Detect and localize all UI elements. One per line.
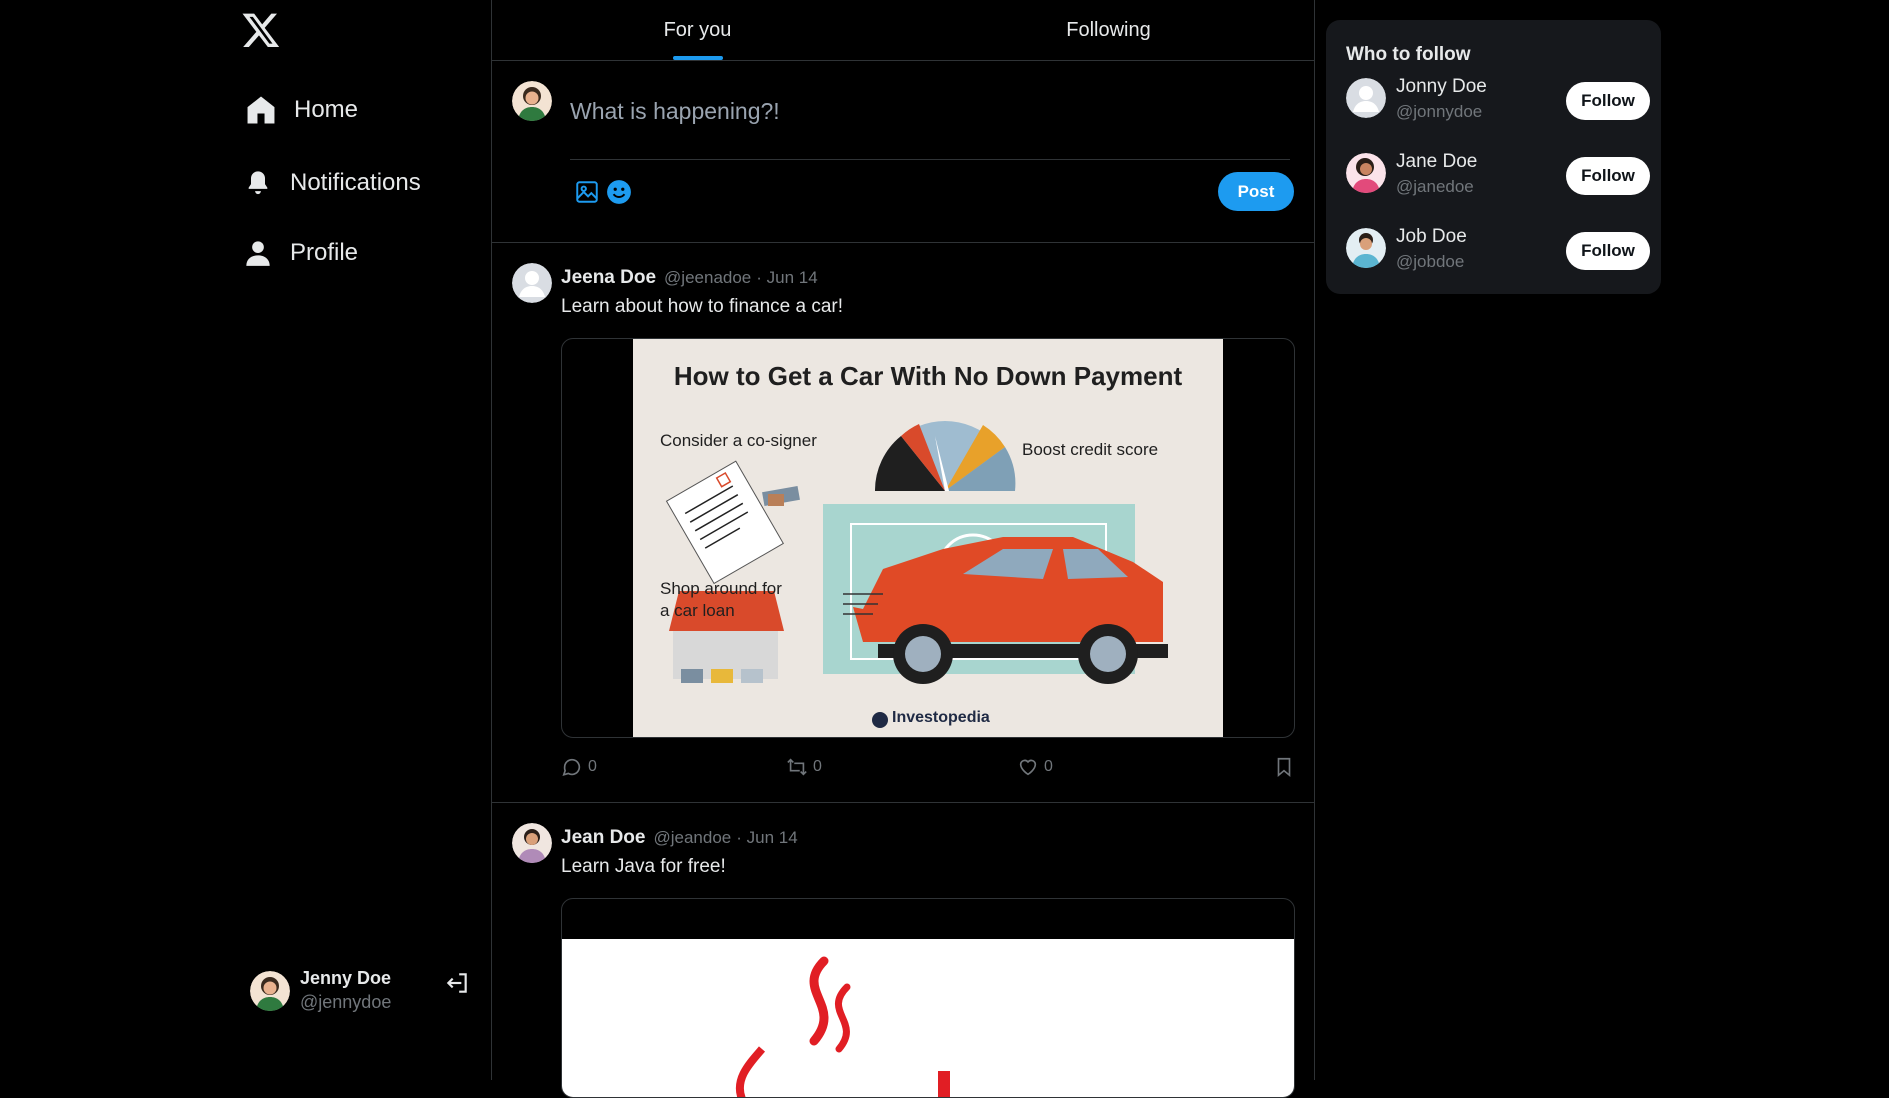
suggestion-avatar: [1346, 228, 1386, 268]
x-logo-icon[interactable]: [241, 10, 281, 50]
feed-tabs: For you Following: [492, 0, 1314, 61]
tweet-actions: 0 0 0: [561, 756, 1295, 782]
tab-for-you[interactable]: For you: [492, 0, 903, 60]
tweet-author-handle[interactable]: @jeandoe: [653, 828, 731, 848]
suggestion-name: Jonny Doe: [1396, 76, 1487, 97]
bell-icon: [248, 171, 268, 195]
main-feed: For you Following Post Jeena Doe @jeenad…: [491, 0, 1315, 1098]
tweet-avatar: [512, 263, 552, 303]
tab-following-label: Following: [1066, 18, 1151, 41]
post-button[interactable]: Post: [1218, 172, 1294, 211]
infographic-image: [633, 339, 1223, 737]
compose-box: Post: [492, 61, 1314, 243]
tweet-author-name[interactable]: Jeena Doe: [561, 267, 656, 289]
tweet-author-name[interactable]: Jean Doe: [561, 827, 645, 849]
infographic-label-cosigner: Consider a co-signer: [660, 431, 817, 450]
current-user-avatar: [250, 970, 290, 1011]
tweet-header: Jeena Doe @jeenadoe · Jun 14: [561, 267, 818, 289]
home-icon: [247, 96, 275, 124]
reply-icon: [562, 758, 581, 777]
compose-avatar: [512, 81, 552, 121]
retweet-count: 0: [813, 758, 822, 775]
retweet-button[interactable]: 0: [786, 756, 822, 778]
nav-profile-label: Profile: [290, 239, 359, 266]
infographic-label-loan: a car loan: [660, 601, 735, 620]
retweet-icon: [787, 758, 807, 776]
active-tab-indicator: [672, 56, 723, 60]
tweet[interactable]: Jeena Doe @jeenadoe · Jun 14 Learn about…: [492, 243, 1314, 803]
tab-following[interactable]: Following: [903, 0, 1314, 60]
reply-button[interactable]: 0: [561, 756, 597, 778]
tweet-text: Learn Java for free!: [561, 856, 726, 877]
infographic-title: How to Get a Car With No Down Payment: [673, 361, 1183, 391]
emoji-icon[interactable]: [606, 179, 632, 205]
infographic-brand: Investopedia: [892, 709, 990, 726]
current-user-name: Jenny Doe: [300, 968, 392, 988]
tweet-date: · Jun 14: [756, 268, 818, 287]
who-to-follow-title: Who to follow: [1346, 44, 1471, 65]
logout-icon[interactable]: [444, 970, 470, 996]
suggestion-avatar: [1346, 153, 1386, 193]
follow-suggestion[interactable]: Job Doe @jobdoe Follow: [1346, 226, 1650, 274]
left-sidebar: Home Notifications Profile Jenny Doe @je…: [0, 0, 491, 1080]
compose-divider: [570, 159, 1290, 160]
nav-profile[interactable]: Profile: [244, 231, 358, 275]
tweet-text: Learn about how to finance a car!: [561, 296, 844, 317]
infographic-label-shop: Shop around for: [660, 579, 782, 598]
nav-home-label: Home: [294, 96, 359, 123]
suggestion-handle: @janedoe: [1396, 177, 1474, 196]
tab-for-you-label: For you: [663, 18, 732, 41]
tweet-media[interactable]: [561, 898, 1295, 1098]
person-icon: [246, 241, 270, 266]
nav-notifications-label: Notifications: [290, 169, 421, 196]
suggestion-name: Jane Doe: [1396, 151, 1478, 172]
current-user-card[interactable]: Jenny Doe @jennydoe: [250, 968, 391, 1013]
tweet[interactable]: Jean Doe @jeandoe · Jun 14 Learn Java fo…: [492, 803, 1314, 1098]
compose-input[interactable]: [570, 81, 1290, 141]
follow-button[interactable]: Follow: [1566, 82, 1650, 120]
follow-button[interactable]: Follow: [1566, 232, 1650, 270]
tweet-author-handle[interactable]: @jeenadoe: [664, 268, 751, 288]
like-button[interactable]: 0: [1017, 756, 1053, 778]
follow-suggestion[interactable]: Jonny Doe @jonnydoe Follow: [1346, 76, 1650, 124]
nav-home[interactable]: Home: [244, 88, 358, 132]
bookmark-button[interactable]: [1273, 756, 1300, 778]
heart-icon: [1019, 759, 1037, 776]
image-upload-icon[interactable]: [574, 179, 600, 205]
suggestion-handle: @jonnydoe: [1396, 102, 1483, 121]
reply-count: 0: [588, 758, 597, 775]
tweet-date: · Jun 14: [736, 828, 798, 847]
who-to-follow-panel: Who to follow Jonny Doe @jonnydoe Follow…: [1326, 20, 1661, 294]
follow-suggestion[interactable]: Jane Doe @janedoe Follow: [1346, 151, 1650, 199]
like-count: 0: [1044, 758, 1053, 775]
follow-button[interactable]: Follow: [1566, 157, 1650, 195]
suggestion-avatar: [1346, 78, 1386, 118]
suggestion-name: Job Doe: [1396, 226, 1467, 247]
tweet-avatar: [512, 823, 552, 863]
bookmark-icon: [1277, 757, 1291, 778]
tweet-media[interactable]: How to Get a Car With No Down Payment Co…: [561, 338, 1295, 738]
current-user-handle: @jennydoe: [300, 992, 392, 1012]
suggestion-handle: @jobdoe: [1396, 252, 1465, 271]
infographic-label-credit: Boost credit score: [1022, 440, 1159, 459]
nav-notifications[interactable]: Notifications: [244, 161, 421, 205]
tweet-header: Jean Doe @jeandoe · Jun 14: [561, 827, 798, 849]
java-logo-image: [562, 939, 1294, 1097]
